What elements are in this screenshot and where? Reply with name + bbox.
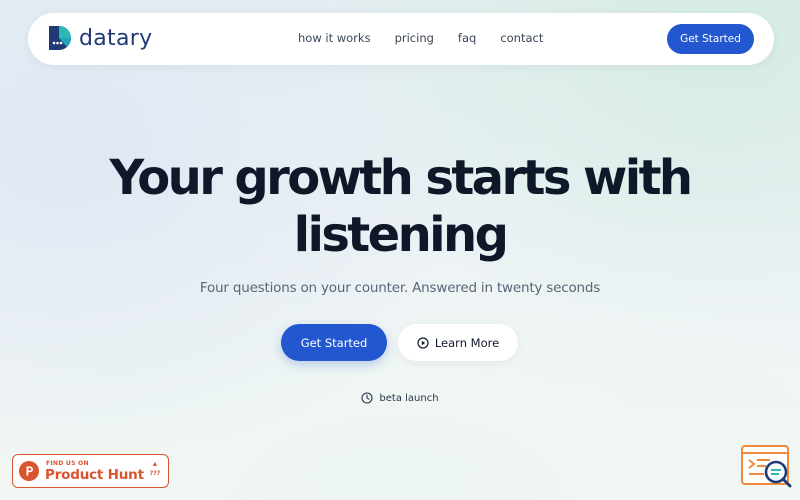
play-circle-icon xyxy=(417,336,429,349)
beta-launch-note: beta launch xyxy=(0,392,800,404)
nav-links: how it works pricing faq contact xyxy=(298,31,567,45)
brand-logo[interactable]: datary xyxy=(46,23,152,53)
hero-title-line-1: Your growth starts with xyxy=(109,150,694,206)
nav-link-how-it-works[interactable]: how it works xyxy=(298,31,371,45)
nav-get-started-button[interactable]: Get Started xyxy=(667,24,754,54)
top-nav: datary how it works pricing faq contact … xyxy=(28,13,774,65)
nav-link-pricing[interactable]: pricing xyxy=(395,31,434,45)
nav-link-contact[interactable]: contact xyxy=(500,31,543,45)
hero-title-line-2: listening xyxy=(293,207,509,263)
product-hunt-badge[interactable]: FIND US ON Product Hunt ▲ ??? xyxy=(12,454,169,488)
product-hunt-find-us: FIND US ON xyxy=(46,460,89,467)
product-hunt-logo-icon xyxy=(19,461,39,481)
datary-logo-icon xyxy=(49,26,72,50)
chat-search-widget-icon[interactable] xyxy=(740,444,792,488)
clock-icon xyxy=(361,392,373,404)
learn-more-label: Learn More xyxy=(434,335,500,350)
upvote-count: ??? xyxy=(149,470,161,477)
learn-more-button[interactable]: Learn More xyxy=(398,324,518,361)
hero-get-started-button[interactable]: Get Started xyxy=(281,324,387,361)
nav-link-faq[interactable]: faq xyxy=(458,31,476,45)
brand-name: datary xyxy=(79,25,153,51)
beta-launch-label: beta launch xyxy=(379,392,439,404)
upvote-arrow-icon: ▲ xyxy=(151,461,159,468)
hero-title: Your growth starts with listening xyxy=(0,150,800,264)
product-hunt-vote: ▲ ??? xyxy=(147,461,163,479)
product-hunt-name: Product Hunt xyxy=(45,467,144,483)
hero-subtitle: Four questions on your counter. Answered… xyxy=(199,280,601,296)
